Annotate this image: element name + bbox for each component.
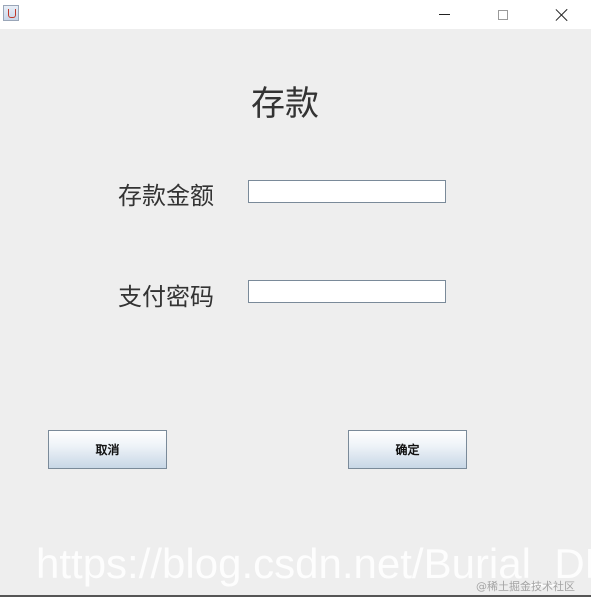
- deposit-amount-label: 存款金额: [118, 182, 214, 210]
- window-titlebar: [0, 0, 591, 29]
- minimize-icon: [438, 14, 450, 15]
- close-icon: [555, 8, 569, 22]
- site-watermark: @稀土掘金技术社区: [476, 580, 575, 593]
- close-button[interactable]: [539, 0, 585, 29]
- maximize-icon: [498, 9, 508, 20]
- maximize-button[interactable]: [480, 0, 526, 29]
- confirm-button[interactable]: 确定: [348, 430, 467, 469]
- minimize-button[interactable]: [421, 0, 467, 29]
- cancel-button[interactable]: 取消: [48, 430, 167, 469]
- page-title: 存款: [251, 84, 319, 124]
- payment-password-label: 支付密码: [118, 283, 214, 311]
- payment-password-input[interactable]: [248, 280, 446, 303]
- java-app-icon: [3, 5, 19, 21]
- deposit-amount-input[interactable]: [248, 180, 446, 203]
